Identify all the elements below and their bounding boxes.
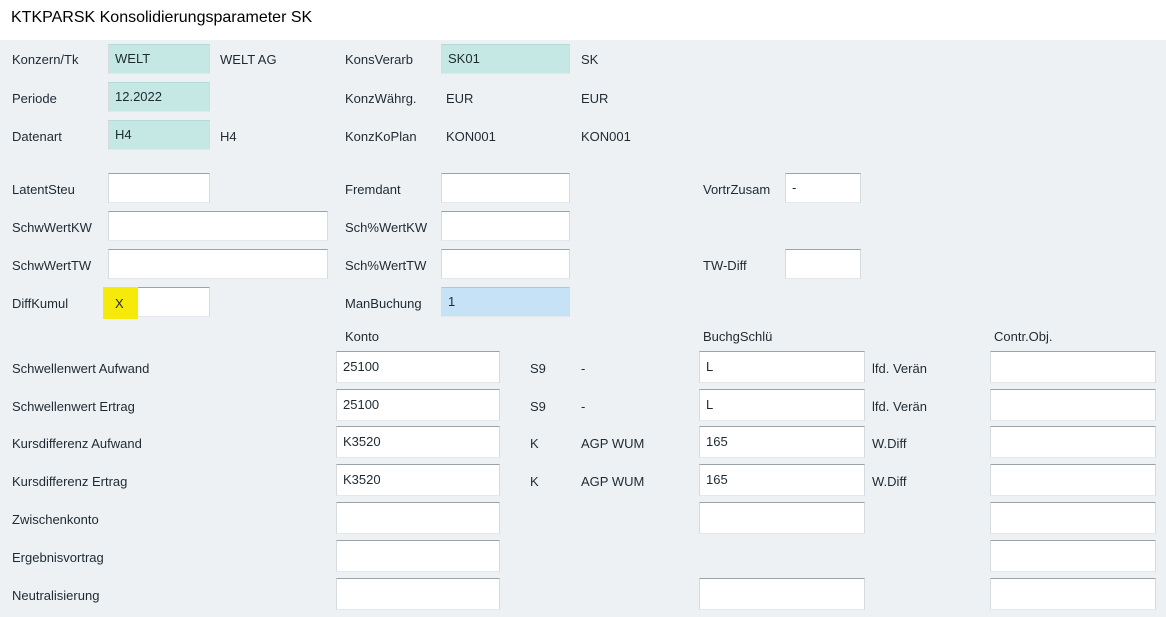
datenart-label: Datenart (12, 129, 62, 144)
title-bar: KTKPARSK Konsolidierungsparameter SK (0, 0, 1166, 40)
konzkoplan-label: KonzKoPlan (345, 129, 417, 144)
konzwaehrg-value: EUR (446, 91, 474, 106)
controbj-field-kursdifferenz-ertrag[interactable] (990, 464, 1156, 496)
buchgschl-field-neutralisierung[interactable] (699, 578, 865, 610)
konto-desc-schwellenwert-ertrag: - (581, 399, 586, 414)
schwwertkw-field[interactable] (108, 211, 328, 241)
schwwerttw-field[interactable] (108, 249, 328, 279)
row-label-kursdifferenz-ertrag: Kursdifferenz Ertrag (12, 474, 128, 489)
row-label-zwischenkonto: Zwischenkonto (12, 512, 99, 527)
konsverarb-label: KonsVerarb (345, 52, 413, 67)
schpwertkw-label: Sch%WertKW (345, 220, 428, 235)
schpwerttw-label: Sch%WertTW (345, 258, 427, 273)
buchgschl-field-kursdifferenz-ertrag[interactable]: 165 (699, 464, 865, 496)
konto-field-schwellenwert-ertrag[interactable]: 25100 (336, 389, 500, 421)
datenart-field[interactable]: H4 (108, 120, 210, 150)
window-title: KTKPARSK Konsolidierungsparameter SK (11, 9, 313, 26)
diffkumul-value: X (115, 296, 124, 311)
buchgschl-text-schwellenwert-aufwand: lfd. Verän (872, 361, 927, 376)
konto-type-kursdifferenz-ertrag: K (530, 474, 539, 489)
diffkumul-label: DiffKumul (12, 296, 69, 311)
konto-field-kursdifferenz-ertrag[interactable]: K3520 (336, 464, 500, 496)
konto-type-schwellenwert-ertrag: S9 (530, 399, 546, 414)
konto-field-ergebnisvortrag[interactable] (336, 540, 500, 572)
controbj-field-kursdifferenz-aufwand[interactable] (990, 426, 1156, 458)
buchgschl-field-kursdifferenz-aufwand[interactable]: 165 (699, 426, 865, 458)
twdiff-field[interactable] (785, 249, 861, 279)
manbuchung-label: ManBuchung (345, 296, 422, 311)
schpwerttw-field[interactable] (441, 249, 570, 279)
latentsteu-label: LatentSteu (12, 182, 75, 197)
schpwertkw-field[interactable] (441, 211, 570, 241)
konto-desc-kursdifferenz-aufwand: AGP WUM (581, 436, 645, 451)
buchgschl-text-kursdifferenz-ertrag: W.Diff (872, 474, 907, 489)
row-label-schwellenwert-ertrag: Schwellenwert Ertrag (12, 399, 135, 414)
controbj-field-ergebnisvortrag[interactable] (990, 540, 1156, 572)
twdiff-label: TW-Diff (703, 258, 747, 273)
konzwaehrg-label: KonzWährg. (345, 91, 417, 106)
konto-desc-kursdifferenz-ertrag: AGP WUM (581, 474, 645, 489)
buchgschl-text-schwellenwert-ertrag: lfd. Verän (872, 399, 927, 414)
vortrzusam-field[interactable]: - (785, 173, 861, 203)
konto-field-neutralisierung[interactable] (336, 578, 500, 610)
konto-desc-schwellenwert-aufwand: - (581, 361, 586, 376)
controbj-field-schwellenwert-aufwand[interactable] (990, 351, 1156, 383)
fremdant-field[interactable] (441, 173, 570, 203)
schwwerttw-label: SchwWertTW (12, 258, 92, 273)
row-label-kursdifferenz-aufwand: Kursdifferenz Aufwand (12, 436, 142, 451)
konzkoplan-text: KON001 (581, 129, 631, 144)
konzkoplan-value: KON001 (446, 129, 496, 144)
manbuchung-field[interactable]: 1 (441, 287, 570, 317)
konto-type-kursdifferenz-aufwand: K (530, 436, 539, 451)
konzern-field[interactable]: WELT (108, 44, 210, 74)
buchgschl-field-schwellenwert-aufwand[interactable]: L (699, 351, 865, 383)
konto-type-schwellenwert-aufwand: S9 (530, 361, 546, 376)
controbj-field-zwischenkonto[interactable] (990, 502, 1156, 534)
konsverarb-field[interactable]: SK01 (441, 44, 570, 74)
periode-field[interactable]: 12.2022 (108, 82, 210, 112)
konzwaehrg-text: EUR (581, 91, 609, 106)
konto-field-zwischenkonto[interactable] (336, 502, 500, 534)
latentsteu-field[interactable] (108, 173, 210, 203)
row-label-ergebnisvortrag: Ergebnisvortrag (12, 550, 104, 565)
konto-field-kursdifferenz-aufwand[interactable]: K3520 (336, 426, 500, 458)
row-label-schwellenwert-aufwand: Schwellenwert Aufwand (12, 361, 150, 376)
konzern-text: WELT AG (220, 52, 277, 67)
buchgschl-text-kursdifferenz-aufwand: W.Diff (872, 436, 907, 451)
controbj-field-neutralisierung[interactable] (990, 578, 1156, 610)
buchgschl-field-zwischenkonto[interactable] (699, 502, 865, 534)
column-header-controbj: Contr.Obj. (994, 329, 1053, 344)
konzern-label: Konzern/Tk (12, 52, 79, 67)
column-header-buchgschl: BuchgSchlü (703, 329, 773, 344)
controbj-field-schwellenwert-ertrag[interactable] (990, 389, 1156, 421)
vortrzusam-label: VortrZusam (703, 182, 771, 197)
schwwertkw-label: SchwWertKW (12, 220, 92, 235)
periode-label: Periode (12, 91, 57, 106)
datenart-text: H4 (220, 129, 237, 144)
column-header-konto: Konto (345, 329, 379, 344)
konsverarb-text: SK (581, 52, 599, 67)
buchgschl-field-schwellenwert-ertrag[interactable]: L (699, 389, 865, 421)
fremdant-label: Fremdant (345, 182, 401, 197)
row-label-neutralisierung: Neutralisierung (12, 588, 100, 603)
konto-field-schwellenwert-aufwand[interactable]: 25100 (336, 351, 500, 383)
